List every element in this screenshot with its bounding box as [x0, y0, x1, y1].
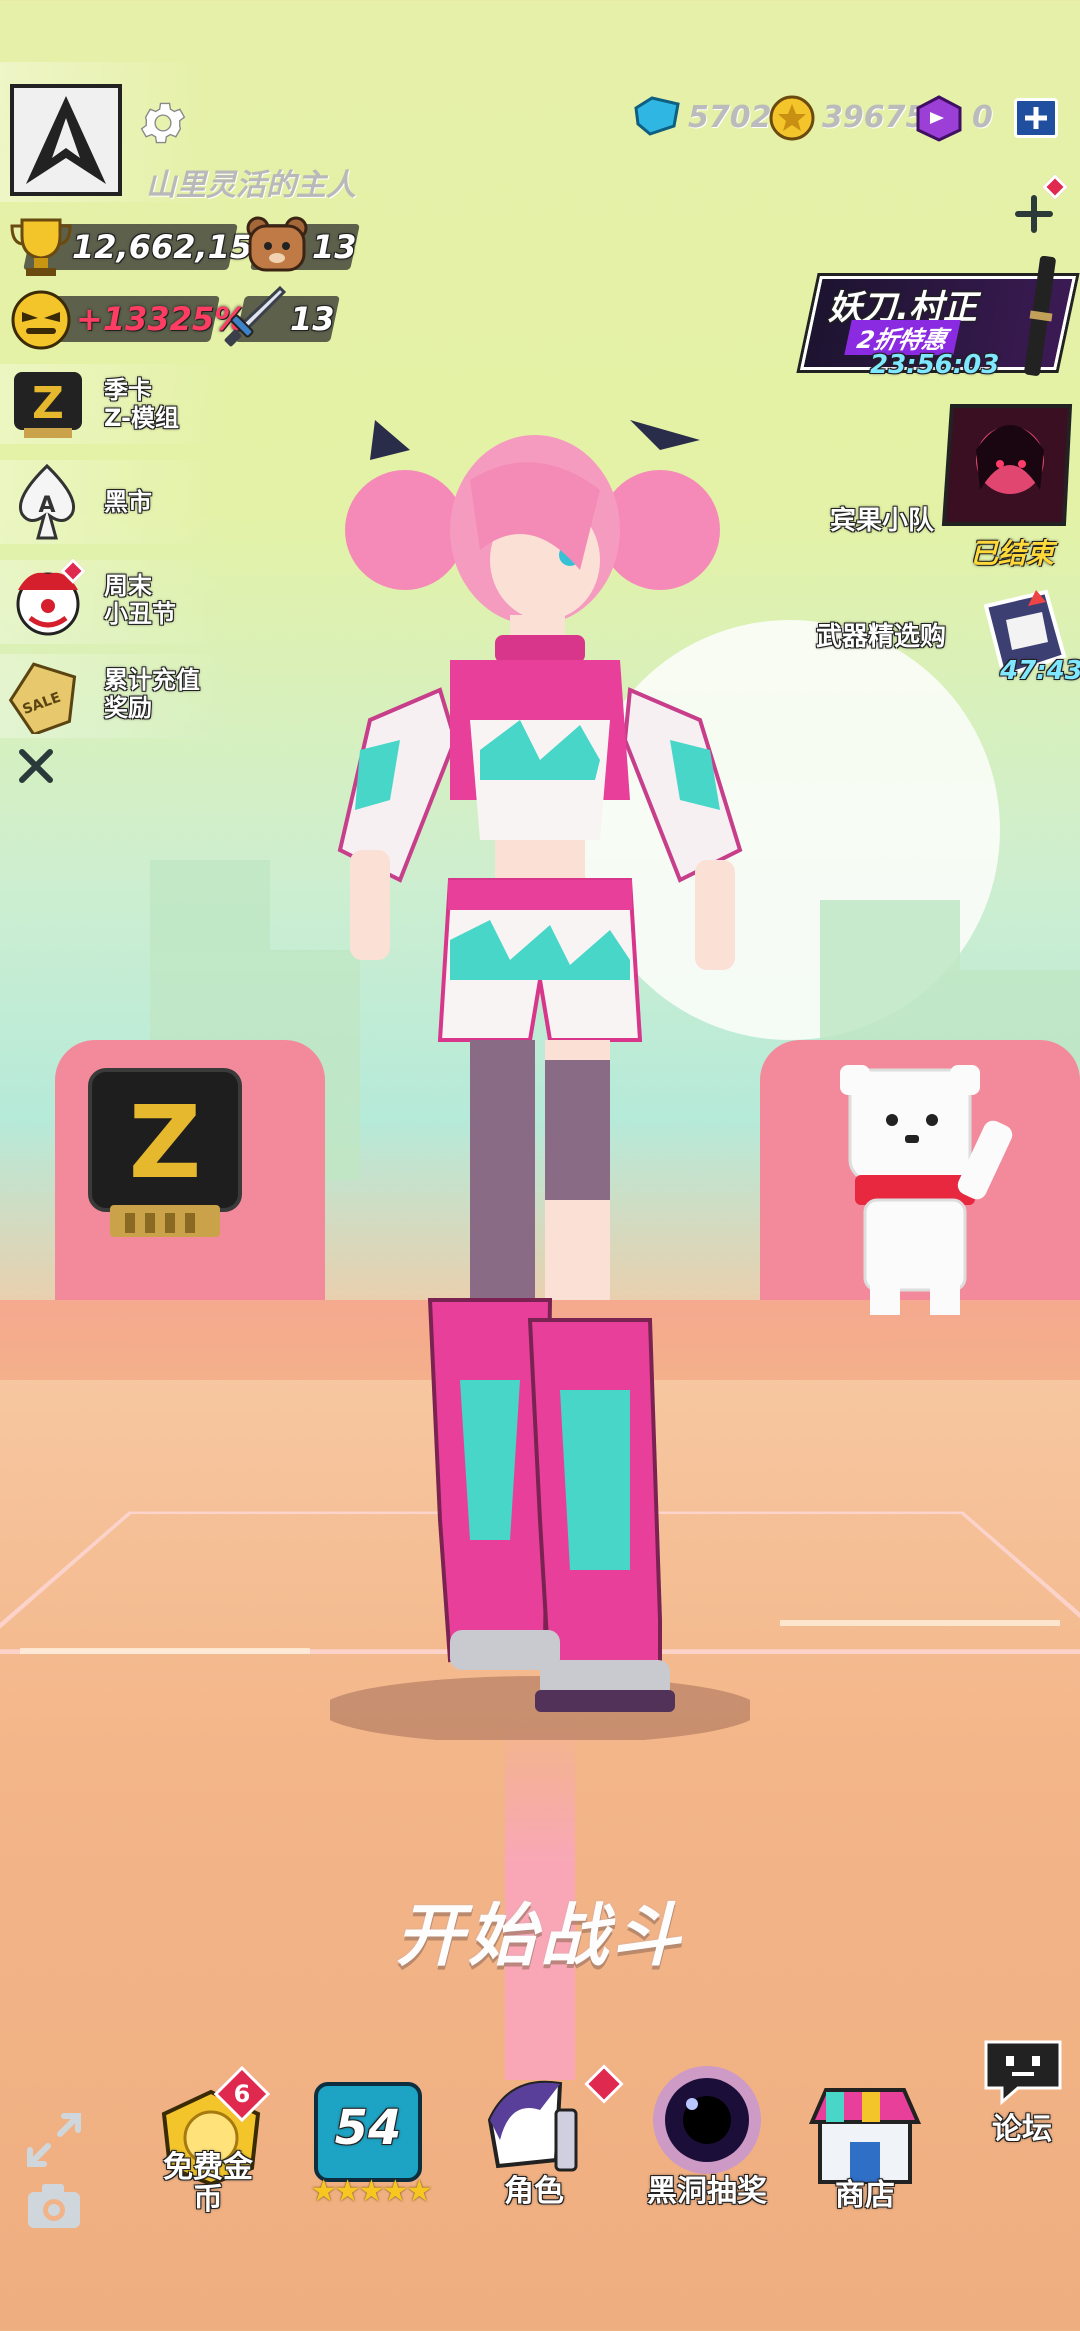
forum-button[interactable]: 论坛	[972, 2036, 1072, 2147]
player-character[interactable]	[330, 420, 750, 1740]
gold-pig-icon	[11, 290, 71, 350]
trophy-icon	[10, 218, 72, 276]
z-mod-box[interactable]: Z	[85, 1065, 245, 1245]
bingo-squad-event[interactable]: 宾果小队 已结束	[808, 400, 1080, 570]
muramasa-sale-banner[interactable]: 妖刀.村正 2折特惠 23:56:03	[800, 256, 1080, 380]
bear-pet-icon	[246, 216, 308, 272]
player-name: 山里灵活的主人	[146, 168, 356, 203]
spade-icon: A	[19, 463, 75, 540]
boost-percent: +13325%	[76, 300, 247, 338]
character-icon	[487, 2080, 578, 2172]
menu-black-market[interactable]: A 黑市	[0, 460, 230, 544]
gold-coin-icon	[769, 95, 815, 141]
floor-line	[780, 1620, 1060, 1626]
squad-portrait-icon	[941, 404, 1073, 526]
plus-icon	[1025, 107, 1047, 129]
sale-tag-icon: SALE	[8, 662, 77, 734]
blackhole-icon	[653, 2066, 761, 2174]
menu-clown-festival[interactable]: 周末 小丑节	[0, 558, 230, 644]
avatar-emblem-icon	[14, 88, 118, 192]
gem-icon	[634, 96, 680, 136]
level-number: 54	[334, 2100, 402, 2156]
squad-status: 已结束	[970, 537, 1055, 570]
camera-icon[interactable]	[24, 2180, 84, 2232]
blackhole-label: 黑洞抽奖	[647, 2174, 767, 2209]
coin-count: 39675	[822, 100, 927, 135]
blackhole-lottery-button[interactable]: 黑洞抽奖	[632, 2060, 782, 2210]
close-icon[interactable]	[16, 746, 56, 786]
level-card-button[interactable]: 54 ★★★★★	[310, 2078, 433, 2209]
character-label: 角色	[504, 2174, 564, 2209]
level-stars: ★★★★★	[310, 2174, 432, 2209]
menu-recharge-label-2: 奖励	[104, 694, 152, 722]
free-coins-label: 免费金币	[163, 2150, 253, 2217]
start-battle-button[interactable]: 开始战斗	[0, 1880, 1080, 1979]
menu-season-label-2: Z-模组	[104, 404, 179, 432]
z-mod-icon: Z	[14, 372, 82, 438]
add-currency-button[interactable]	[1014, 98, 1058, 138]
purple-cube-icon	[916, 95, 962, 142]
more-plus-icon[interactable]	[1010, 190, 1058, 238]
shop-label: 商店	[835, 2178, 895, 2213]
shop-button[interactable]: 商店	[800, 2070, 930, 2213]
floor-line	[20, 1648, 310, 1654]
menu-black-market-label: 黑市	[104, 488, 152, 516]
cube-count: 0	[972, 100, 993, 135]
expand-icon[interactable]	[24, 2110, 84, 2170]
forum-chat-icon	[984, 2040, 1062, 2106]
weapon-count: 13	[290, 300, 335, 338]
gem-count: 5702	[688, 100, 772, 135]
settings-gear-icon[interactable]	[136, 96, 190, 150]
bear-count: 13	[312, 228, 357, 266]
svg-text:Z: Z	[32, 378, 64, 429]
menu-season-label-1: 季卡	[104, 376, 152, 404]
banner-timer: 23:56:03	[870, 350, 1000, 380]
katana-icon	[1024, 256, 1056, 376]
polar-bear-pet	[840, 1065, 1013, 1315]
weapon-event-timer: 47:43:20	[1000, 656, 1080, 686]
weapon-selection-event[interactable]: 武器精选购 47:43:20	[800, 586, 1080, 696]
menu-recharge-reward[interactable]: SALE 累计充值 奖励	[0, 654, 240, 738]
player-avatar[interactable]	[10, 84, 122, 196]
character-button[interactable]: 角色	[464, 2060, 624, 2210]
menu-recharge-label-1: 累计充值	[104, 666, 200, 694]
sword-icon	[224, 285, 287, 347]
svg-text:Z: Z	[129, 1084, 202, 1201]
forum-label: 论坛	[992, 2112, 1052, 2147]
menu-clown-label-2: 小丑节	[104, 600, 176, 628]
weapon-event-label: 武器精选购	[816, 622, 947, 652]
squad-label: 宾果小队	[830, 506, 935, 536]
menu-season-card[interactable]: Z 季卡 Z-模组	[0, 364, 230, 444]
svg-text:A: A	[38, 493, 55, 518]
menu-clown-label-1: 周末	[104, 572, 152, 600]
free-coins-button[interactable]: 6 免费金币	[150, 2065, 271, 2216]
